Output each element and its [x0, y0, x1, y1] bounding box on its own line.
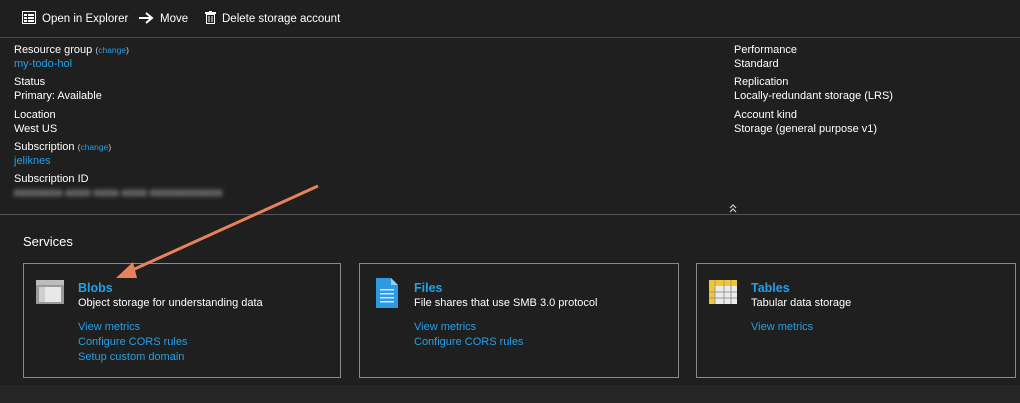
- files-title-link[interactable]: Files: [414, 281, 443, 295]
- replication-property: Replication Locally-redundant storage (L…: [734, 75, 893, 103]
- bottom-strip: [0, 385, 1020, 403]
- performance-label: Performance: [734, 44, 797, 56]
- service-card-tables[interactable]: Tables Tabular data storage View metrics: [696, 263, 1016, 378]
- status-label: Status: [14, 76, 46, 88]
- file-document-icon: [376, 278, 398, 311]
- files-description: File shares that use SMB 3.0 protocol: [414, 297, 598, 309]
- tables-view-metrics-link[interactable]: View metrics: [751, 321, 813, 333]
- replication-label: Replication: [734, 76, 789, 88]
- status-value: Primary: Available: [14, 90, 102, 102]
- files-configure-cors-link[interactable]: Configure CORS rules: [414, 336, 523, 348]
- essentials-panel: Resource group (change) my-todo-hol Stat…: [0, 38, 1020, 214]
- subscription-change-link[interactable]: change: [80, 142, 108, 152]
- tables-title-link[interactable]: Tables: [751, 281, 790, 295]
- resource-group-property: Resource group (change) my-todo-hol: [14, 43, 129, 71]
- resource-group-value-link[interactable]: my-todo-hol: [14, 57, 129, 71]
- delete-storage-account-button[interactable]: Delete storage account: [205, 9, 340, 29]
- status-property: Status Primary: Available: [14, 75, 102, 103]
- performance-value: Standard: [734, 58, 779, 70]
- open-in-explorer-label: Open in Explorer: [42, 13, 129, 25]
- subscription-change: (change): [77, 142, 112, 152]
- service-card-blobs[interactable]: Blobs Object storage for understanding d…: [23, 263, 341, 378]
- resource-group-change-link[interactable]: change: [98, 45, 126, 55]
- command-bar: Open in Explorer Move Delete storage acc…: [0, 0, 1020, 38]
- resource-group-label: Resource group: [14, 44, 93, 56]
- move-label: Move: [160, 13, 189, 25]
- subscription-id-value: xxxxxxxx-xxxx-xxxx-xxxx-xxxxxxxxxxxx: [14, 187, 223, 199]
- account-kind-property: Account kind Storage (general purpose v1…: [734, 108, 877, 136]
- blob-folder-icon: [36, 280, 64, 307]
- open-in-explorer-button[interactable]: Open in Explorer: [22, 9, 128, 29]
- blobs-title-link[interactable]: Blobs: [78, 281, 113, 295]
- tables-description: Tabular data storage: [751, 297, 852, 309]
- subscription-property: Subscription (change) jeliknes: [14, 140, 111, 168]
- arrow-right-icon: [138, 11, 154, 27]
- blobs-description: Object storage for understanding data: [78, 297, 263, 309]
- location-property: Location West US: [14, 108, 57, 136]
- trash-icon: [205, 11, 216, 27]
- account-kind-label: Account kind: [734, 109, 797, 121]
- delete-storage-account-label: Delete storage account: [222, 13, 341, 25]
- subscription-id-property: Subscription ID xxxxxxxx-xxxx-xxxx-xxxx-…: [14, 172, 223, 200]
- subscription-id-label: Subscription ID: [14, 173, 89, 185]
- location-label: Location: [14, 109, 56, 121]
- account-kind-value: Storage (general purpose v1): [734, 123, 878, 135]
- location-value: West US: [14, 123, 58, 135]
- service-card-files[interactable]: Files File shares that use SMB 3.0 proto…: [359, 263, 679, 378]
- table-grid-icon: [709, 280, 737, 307]
- subscription-label: Subscription: [14, 141, 75, 153]
- resource-group-change: (change): [95, 45, 129, 55]
- blobs-view-metrics-link[interactable]: View metrics: [78, 321, 140, 333]
- services-title: Services: [23, 234, 73, 249]
- move-button[interactable]: Move: [138, 9, 188, 29]
- blobs-configure-cors-link[interactable]: Configure CORS rules: [78, 336, 187, 348]
- replication-value: Locally-redundant storage (LRS): [734, 90, 893, 102]
- explorer-icon: [22, 11, 36, 27]
- files-view-metrics-link[interactable]: View metrics: [414, 321, 476, 333]
- blobs-setup-custom-domain-link[interactable]: Setup custom domain: [78, 351, 184, 363]
- performance-property: Performance Standard: [734, 43, 797, 71]
- subscription-value-link[interactable]: jeliknes: [14, 154, 111, 168]
